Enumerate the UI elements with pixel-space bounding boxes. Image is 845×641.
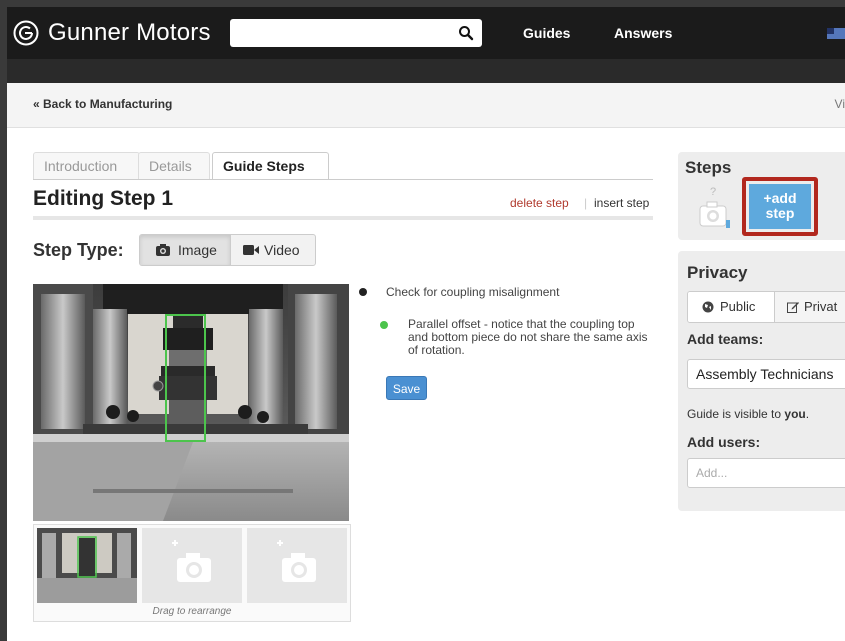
sub-navbar: [7, 59, 845, 83]
add-step-button[interactable]: +add step: [749, 184, 811, 229]
bullet-black-icon[interactable]: [359, 288, 367, 296]
insert-step-link[interactable]: insert step: [594, 196, 649, 210]
privacy-private-button[interactable]: Privat: [775, 292, 845, 322]
link-separator: |: [584, 196, 588, 210]
step-type-label: Step Type:: [33, 240, 124, 260]
privacy-private-label: Privat: [804, 299, 838, 314]
steps-title: Steps: [685, 158, 732, 177]
bullet-text-2[interactable]: Parallel offset - notice that the coupli…: [408, 318, 653, 357]
add-users-input[interactable]: [687, 458, 845, 488]
privacy-toggle: Public Privat: [687, 291, 845, 323]
nav-guides[interactable]: Guides: [523, 25, 570, 41]
thumbnail-empty-3[interactable]: [247, 528, 347, 603]
top-navbar: Gunner Motors Guides Answers: [7, 7, 845, 59]
visibility-suffix: .: [805, 407, 810, 421]
video-camera-icon: [243, 245, 259, 255]
add-photo-icon: [277, 540, 316, 582]
nav-answers[interactable]: Answers: [614, 25, 672, 41]
add-users-label: Add users:: [687, 434, 761, 450]
brand-name[interactable]: Gunner Motors: [48, 19, 211, 47]
breadcrumb-right-link[interactable]: Vi: [835, 97, 845, 111]
add-step-line-2: step: [765, 205, 795, 221]
edit-icon: [787, 302, 799, 313]
step-type-image-label: Image: [178, 242, 217, 258]
privacy-title: Privacy: [687, 263, 748, 282]
search-icon[interactable]: [458, 25, 474, 41]
step-type-image-button[interactable]: Image: [140, 235, 231, 265]
page-frame: Gunner Motors Guides Answers « Back to M…: [7, 7, 845, 641]
bullet-green-icon[interactable]: [380, 321, 388, 329]
delete-step-link[interactable]: delete step: [510, 196, 569, 210]
tab-details[interactable]: Details: [138, 152, 210, 179]
step-placeholder-camera-icon[interactable]: ?: [688, 180, 738, 230]
visibility-prefix: Guide is visible to: [687, 407, 785, 421]
tab-introduction[interactable]: Introduction: [33, 152, 140, 179]
step-type-video-button[interactable]: Video: [231, 235, 315, 265]
privacy-public-label: Public: [720, 299, 756, 314]
tab-guide-steps[interactable]: Guide Steps: [212, 152, 329, 180]
add-teams-label: Add teams:: [687, 331, 764, 347]
save-button[interactable]: Save: [386, 376, 427, 400]
add-step-line-1: +add: [763, 190, 797, 206]
page-title: Editing Step 1: [33, 187, 174, 210]
globe-icon: [702, 301, 714, 313]
bullet-text-1[interactable]: Check for coupling misalignment: [386, 285, 559, 299]
privacy-public-button[interactable]: Public: [688, 292, 775, 322]
question-mark: ?: [710, 186, 716, 198]
step-type-video-label: Video: [264, 242, 300, 258]
thumbnail-empty-2[interactable]: [142, 528, 242, 603]
camera-icon: [156, 244, 170, 256]
breadcrumb: « Back to Manufacturing Vi: [7, 83, 845, 128]
search-box[interactable]: [230, 19, 482, 47]
visibility-note: Guide is visible to you.: [687, 407, 809, 421]
add-photo-icon: [172, 540, 211, 582]
thumbnail-strip: Drag to rearrange: [33, 524, 351, 622]
thumbnail-photo: [37, 528, 137, 603]
thumbnail-image-1[interactable]: [37, 528, 137, 603]
machine-photo: [33, 284, 349, 521]
back-link[interactable]: « Back to Manufacturing: [33, 97, 172, 111]
logo-icon[interactable]: [13, 20, 39, 46]
step-type-toggle: Image Video: [139, 234, 316, 266]
team-field[interactable]: Assembly Technicians: [687, 359, 845, 389]
flag-icon[interactable]: [827, 28, 845, 39]
visibility-who: you: [784, 407, 806, 421]
title-divider: [33, 216, 653, 220]
drag-hint: Drag to rearrange: [152, 606, 232, 617]
main-step-image[interactable]: [33, 284, 349, 521]
privacy-panel: Privacy Public Privat Add teams: Assembl…: [678, 251, 845, 511]
tab-divider: [33, 179, 653, 180]
